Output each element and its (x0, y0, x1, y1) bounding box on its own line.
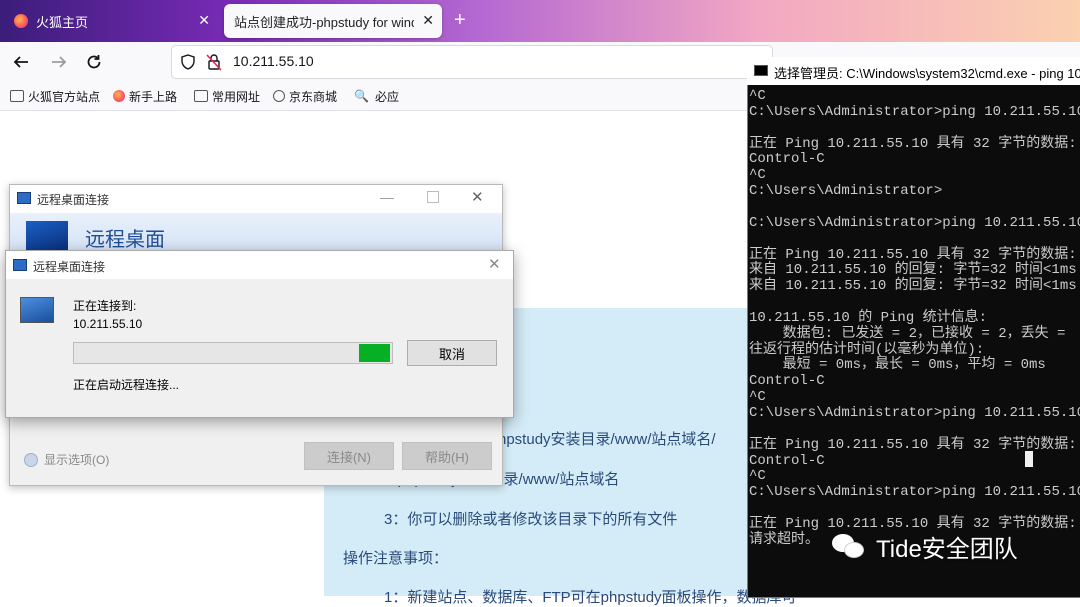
connect-button[interactable]: 连接(N) (304, 442, 394, 470)
rdp-connecting-dialog: 远程桌面连接 ✕ 正在连接到: 10.211.55.10 取消 正在启动远程连接… (5, 250, 514, 418)
url-text[interactable]: 10.211.55.10 (233, 53, 314, 69)
monitor-network-icon (20, 297, 54, 323)
text-cursor (1025, 451, 1033, 467)
cmd-line: 10.211.55.10 的 Ping 统计信息: (749, 309, 988, 326)
remote-desktop-icon (17, 192, 31, 204)
cmd-line: ^C (749, 468, 766, 485)
cancel-button[interactable]: 取消 (407, 340, 497, 366)
cmd-line: C:\Users\Administrator> (749, 183, 943, 200)
new-tab-button[interactable]: + (454, 9, 466, 32)
shield-icon[interactable] (180, 54, 196, 70)
cmd-line: ^C (749, 167, 766, 184)
monitor-icon (26, 221, 68, 251)
cmd-line: 请求超时。 (749, 531, 819, 548)
folder-icon (10, 90, 24, 102)
bookmark-jd-mall[interactable]: 京东商城 (273, 82, 337, 110)
cmd-titlebar: 选择管理员: C:\Windows\system32\cmd.exe - pin… (747, 57, 1080, 85)
connecting-host: 10.211.55.10 (73, 317, 143, 331)
tab-label: 站点创建成功-phpstudy for windo (234, 14, 414, 30)
cmd-line: 最短 = 0ms，最长 = 0ms，平均 = 0ms (749, 357, 1046, 374)
cmd-icon (754, 65, 768, 76)
browser-tab-bar: 火狐主页 ✕ 站点创建成功-phpstudy for windo ✕ + (0, 0, 1080, 42)
connection-status: 正在启动远程连接... (73, 378, 180, 392)
forward-arrow-icon[interactable] (50, 53, 68, 71)
cmd-line: 来自 10.211.55.10 的回复: 字节=32 时间<1ms (749, 278, 1077, 295)
back-arrow-icon[interactable] (12, 53, 30, 71)
cmd-line: ^C (749, 389, 766, 406)
connection-progress-bar (73, 342, 393, 364)
search-icon: 🔍 (354, 89, 369, 103)
rdp-dialog-titlebar: 远程桌面连接 ✕ (6, 251, 513, 279)
close-window-button[interactable]: ✕ (471, 188, 484, 206)
cmd-title: 选择管理员: C:\Windows\system32\cmd.exe - pin… (774, 66, 1080, 81)
chevron-down-icon (24, 452, 38, 467)
firefox-icon (113, 90, 125, 102)
cmd-line: ^C (749, 88, 766, 104)
bookmark-firefox-official[interactable]: 火狐官方站点 (10, 82, 100, 110)
cmd-line: C:\Users\Administrator>ping 10.211.55.10 (749, 484, 1080, 501)
close-dialog-button[interactable]: ✕ (488, 255, 501, 273)
rdp-banner: 远程桌面 (10, 213, 502, 253)
connecting-label: 正在连接到: (73, 299, 137, 313)
reload-icon[interactable] (85, 53, 103, 71)
cmd-line: Control-C (749, 151, 825, 168)
cmd-line: Control-C (749, 452, 825, 469)
site-dir-line-3: 3：你可以删除或者修改该目录下的所有文件 (384, 511, 678, 528)
site-dir-line-1: hpstudy安装目录/www/站点域名/ (498, 431, 716, 448)
tab-phpstudy-site[interactable]: 站点创建成功-phpstudy for windo ✕ (224, 4, 442, 38)
tab-label: 火狐主页 (36, 14, 89, 30)
cmd-line: C:\Users\Administrator>ping 10.211.55.10 (749, 103, 1080, 120)
close-tab-icon[interactable]: ✕ (422, 12, 434, 29)
firefox-icon (14, 14, 28, 28)
close-tab-icon[interactable]: ✕ (198, 12, 210, 29)
progress-fill (359, 344, 390, 362)
insecure-lock-icon[interactable] (206, 53, 222, 71)
url-bar[interactable]: 10.211.55.10 (172, 46, 772, 78)
bookmark-bing[interactable]: 🔍 必应 (354, 82, 399, 110)
cmd-line: 往返行程的估计时间(以毫秒为单位): (749, 341, 985, 358)
rdp-main-title: 远程桌面连接 (37, 193, 110, 207)
notes-heading: 操作注意事项： (343, 550, 449, 567)
remote-desktop-icon (13, 259, 27, 271)
bookmark-common-sites[interactable]: 常用网址 (194, 82, 260, 110)
cmd-line: 来自 10.211.55.10 的回复: 字节=32 时间<1ms (749, 262, 1077, 279)
cmd-line: 数据包: 已发送 = 2，已接收 = 2，丢失 = (749, 325, 1066, 342)
watermark: Tide安全团队 (832, 526, 1018, 566)
rdp-banner-title: 远程桌面 (85, 229, 165, 251)
bookmark-getting-started[interactable]: 新手上路 (113, 82, 177, 110)
rdp-main-titlebar: 远程桌面连接 — ✕ (10, 185, 502, 213)
show-options-toggle[interactable]: 显示选项(O) (24, 451, 109, 468)
minimize-button[interactable]: — (380, 189, 394, 205)
cmd-line: 正在 Ping 10.211.55.10 具有 32 字节的数据: (749, 246, 1077, 263)
tab-firefox-home[interactable]: 火狐主页 ✕ (4, 4, 218, 38)
rdp-dialog-title: 远程桌面连接 (33, 260, 106, 274)
cmd-line: C:\Users\Administrator>ping 10.211.55.10 (749, 214, 1080, 231)
cmd-line: 正在 Ping 10.211.55.10 具有 32 字节的数据: (749, 135, 1077, 152)
folder-icon (194, 90, 208, 102)
help-button[interactable]: 帮助(H) (402, 442, 492, 470)
maximize-button[interactable] (427, 191, 439, 203)
cmd-line: C:\Users\Administrator>ping 10.211.55.10 (749, 405, 1080, 421)
cmd-line: Control-C (749, 373, 825, 390)
wechat-icon (832, 532, 866, 560)
globe-icon (273, 90, 285, 102)
